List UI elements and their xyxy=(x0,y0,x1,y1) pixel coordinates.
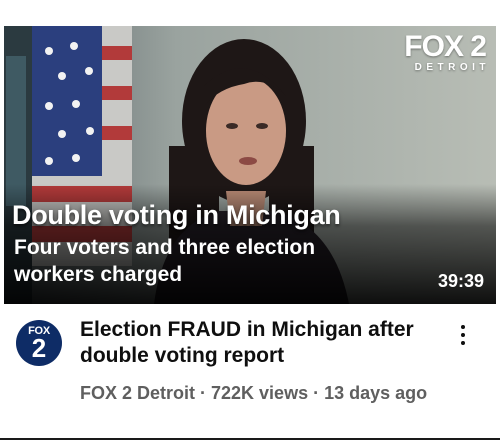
thumbnail-subheadline: Four voters and three election workers c… xyxy=(14,236,316,286)
logo-main: FOX 2 xyxy=(404,30,487,63)
channel-avatar[interactable]: FOX 2 xyxy=(16,320,62,366)
thumbnail-headline: Double voting in Michigan xyxy=(12,200,341,230)
menu-dot xyxy=(461,341,465,345)
menu-dot xyxy=(461,333,465,337)
video-title[interactable]: Election FRAUD in Michigan after double … xyxy=(80,317,450,369)
video-meta: FOX 2 Detroit · 722K views · 13 days ago xyxy=(80,383,428,403)
bottom-divider xyxy=(0,438,500,440)
video-duration: 39:39 xyxy=(437,271,484,291)
menu-dot xyxy=(461,325,465,329)
more-vert-icon[interactable] xyxy=(455,322,471,352)
video-thumbnail[interactable]: FOX 2 DETROIT Double voting in Michigan … xyxy=(4,26,496,304)
avatar-line-2: 2 xyxy=(31,333,47,363)
logo-sub: DETROIT xyxy=(414,62,490,73)
video-card: FOX 2 DETROIT Double voting in Michigan … xyxy=(0,0,500,447)
fox2-detroit-logo: FOX 2 DETROIT xyxy=(404,30,487,74)
